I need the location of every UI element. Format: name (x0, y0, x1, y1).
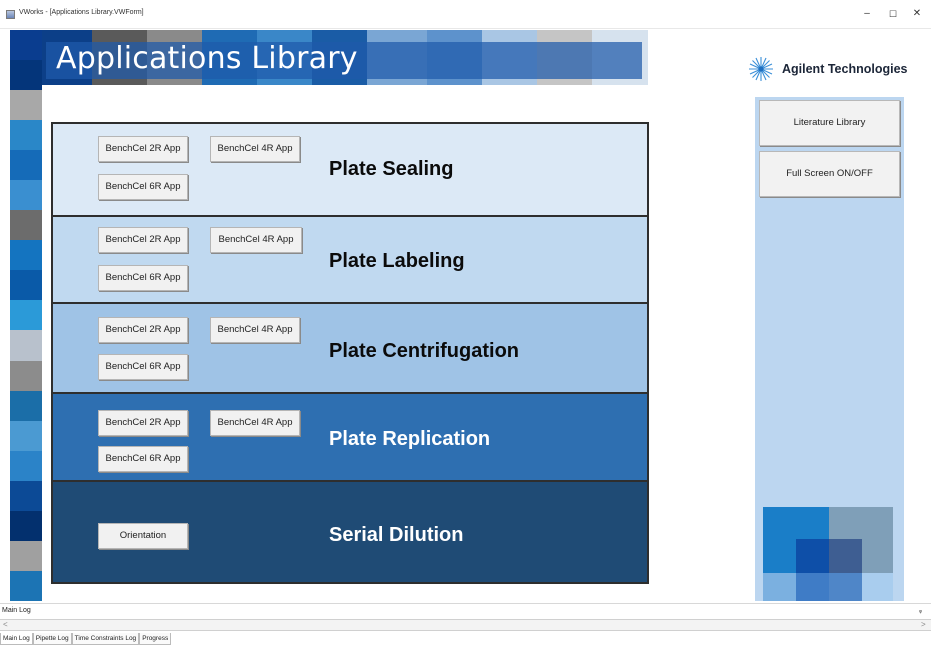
section-title-serial-dilution: Serial Dilution (329, 524, 464, 546)
section-plate-labeling: BenchCel 2R App BenchCel 4R App BenchCel… (53, 217, 647, 304)
window-title: VWorks - [Applications Library.VWForm] (19, 9, 144, 16)
decorative-tile (829, 539, 862, 573)
section-title-plate-labeling: Plate Labeling (329, 250, 465, 272)
decorative-tile (796, 539, 829, 573)
benchcel-4r-app-button[interactable]: BenchCel 4R App (210, 136, 300, 162)
decorative-tile (829, 573, 862, 601)
scroll-left-icon[interactable]: < (3, 620, 8, 629)
applications-panel: BenchCel 2R App BenchCel 4R App BenchCel… (51, 122, 649, 584)
section-serial-dilution: Orientation Serial Dilution (53, 482, 647, 582)
title-bar: VWorks - [Applications Library.VWForm] –… (0, 0, 931, 29)
tab-main-log[interactable]: Main Log (0, 633, 33, 645)
log-tabs: Main Log Pipette Log Time Constraints Lo… (0, 633, 172, 645)
benchcel-4r-app-button[interactable]: BenchCel 4R App (210, 227, 302, 253)
benchcel-2r-app-button[interactable]: BenchCel 2R App (98, 317, 188, 343)
app-icon (6, 10, 15, 19)
benchcel-2r-app-button[interactable]: BenchCel 2R App (98, 136, 188, 162)
section-title-plate-sealing: Plate Sealing (329, 158, 454, 180)
benchcel-2r-app-button[interactable]: BenchCel 2R App (98, 227, 188, 253)
agilent-logo: Agilent Technologies (748, 56, 908, 82)
benchcel-6r-app-button[interactable]: BenchCel 6R App (98, 354, 188, 380)
section-plate-centrifugation: BenchCel 2R App BenchCel 4R App BenchCel… (53, 304, 647, 394)
left-decorative-strip (10, 30, 42, 601)
horizontal-scrollbar[interactable]: < > (0, 619, 931, 631)
minimize-button[interactable]: – (856, 6, 878, 22)
full-screen-toggle-button[interactable]: Full Screen ON/OFF (759, 151, 900, 197)
page-title: Applications Library (56, 41, 358, 76)
pin-icon[interactable]: ᵩ (919, 607, 922, 614)
main-log-label: Main Log (2, 607, 31, 614)
main-log-pane: Main Log ᵩ (0, 603, 931, 619)
section-title-plate-replication: Plate Replication (329, 428, 491, 450)
tab-time-constraints-log[interactable]: Time Constraints Log (71, 633, 140, 645)
maximize-button[interactable]: ☐ (882, 6, 904, 22)
decorative-tile (763, 573, 796, 601)
scroll-right-icon[interactable]: > (921, 620, 926, 629)
decorative-tile (862, 573, 893, 601)
section-plate-replication: BenchCel 2R App BenchCel 4R App BenchCel… (53, 394, 647, 482)
agilent-spark-icon (749, 57, 773, 81)
tab-pipette-log[interactable]: Pipette Log (32, 633, 72, 645)
section-title-plate-centrifugation: Plate Centrifugation (329, 340, 520, 362)
header-banner: Applications Library (42, 30, 648, 85)
section-plate-sealing: BenchCel 2R App BenchCel 4R App BenchCel… (53, 124, 647, 217)
benchcel-4r-app-button[interactable]: BenchCel 4R App (210, 410, 300, 436)
close-button[interactable]: ✕ (906, 6, 928, 22)
brand-name: Agilent Technologies (782, 62, 908, 76)
benchcel-4r-app-button[interactable]: BenchCel 4R App (210, 317, 300, 343)
right-panel: Literature Library Full Screen ON/OFF (755, 97, 904, 601)
benchcel-2r-app-button[interactable]: BenchCel 2R App (98, 410, 188, 436)
benchcel-6r-app-button[interactable]: BenchCel 6R App (98, 265, 188, 291)
orientation-button[interactable]: Orientation (98, 523, 188, 549)
tab-progress[interactable]: Progress (139, 633, 172, 645)
decorative-tile (796, 573, 829, 601)
application-window: VWorks - [Applications Library.VWForm] –… (0, 0, 931, 645)
benchcel-6r-app-button[interactable]: BenchCel 6R App (98, 174, 188, 200)
benchcel-6r-app-button[interactable]: BenchCel 6R App (98, 446, 188, 472)
literature-library-button[interactable]: Literature Library (759, 100, 900, 146)
